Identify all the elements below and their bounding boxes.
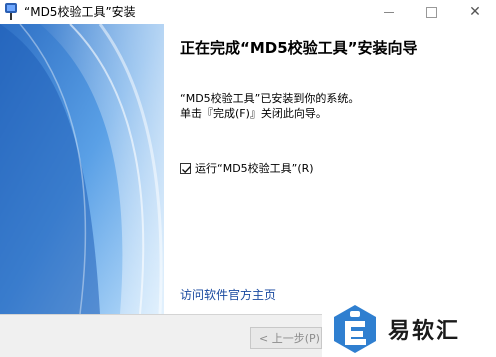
minimize-icon: [384, 11, 394, 13]
close-icon: ✕: [469, 4, 481, 20]
side-banner-image: [0, 24, 164, 314]
description: “MD5校验工具”已安装到你的系统。 单击『完成(F)』关闭此向导。: [180, 91, 359, 121]
run-after-install-option[interactable]: 运行“MD5校验工具”(R): [180, 160, 314, 176]
maximize-icon: [425, 6, 437, 18]
page-title: 正在完成“MD5校验工具”安装向导: [180, 39, 418, 57]
close-button[interactable]: ✕: [458, 0, 492, 24]
wizard-content: 正在完成“MD5校验工具”安装向导 “MD5校验工具”已安装到你的系统。 单击『…: [0, 24, 496, 314]
watermark-text: 易软汇: [388, 318, 461, 344]
title-bar: “MD5校验工具”安装 ✕: [0, 0, 496, 24]
watermark-logo-icon: [334, 304, 376, 353]
official-homepage-link[interactable]: 访问软件官方主页: [180, 286, 276, 303]
run-checkbox-label[interactable]: 运行“MD5校验工具”(R): [195, 160, 314, 176]
description-line-1: “MD5校验工具”已安装到你的系统。: [180, 92, 360, 105]
description-line-2: 单击『完成(F)』关闭此向导。: [180, 107, 327, 120]
maximize-button[interactable]: [414, 0, 448, 24]
run-checkbox[interactable]: [180, 162, 191, 174]
window-title: “MD5校验工具”安装: [24, 5, 136, 19]
checkmark-icon: [182, 165, 191, 173]
minimize-button[interactable]: [372, 0, 406, 24]
watermark-logo: 易软汇: [322, 300, 496, 357]
app-icon: [5, 3, 17, 20]
previous-button[interactable]: < 上一步(P): [250, 327, 322, 349]
